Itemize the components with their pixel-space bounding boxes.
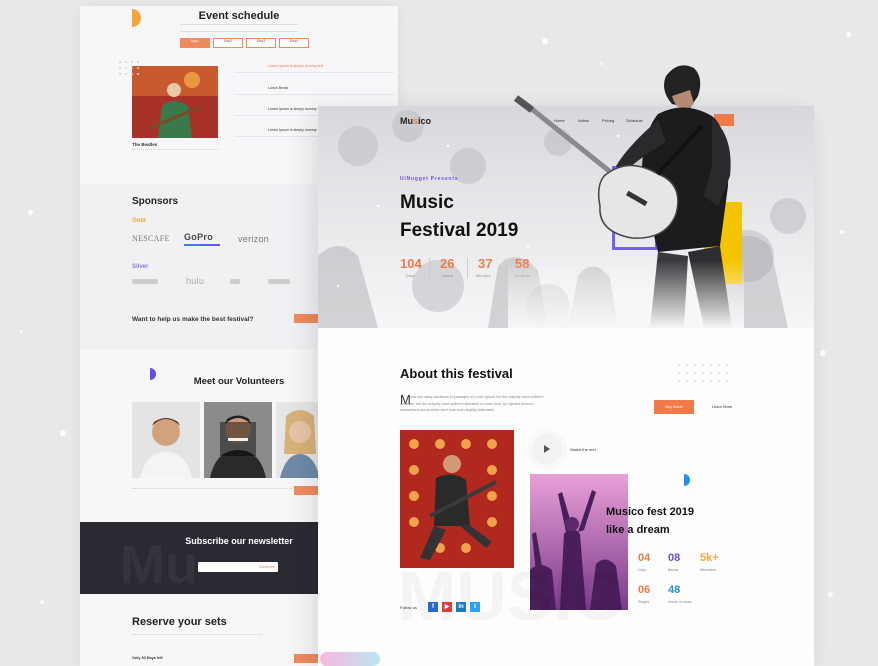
stat-hours-label: Hours of music	[668, 600, 692, 604]
newsletter-subscribe-button[interactable]: Subscribe	[256, 562, 278, 572]
volunteer-card-1[interactable]	[132, 402, 200, 478]
schedule-row: Lorem Ipsum is simply dummy text	[234, 64, 323, 68]
stat-stages-value: 06	[638, 584, 651, 596]
play-video-button[interactable]	[532, 434, 562, 464]
guitarist-hero-image	[508, 56, 744, 328]
sponsor-logo-placeholder	[268, 279, 290, 284]
logo[interactable]: Musico	[400, 116, 431, 126]
reserve-text	[132, 634, 262, 643]
bg-dot	[846, 32, 851, 37]
schedule-row: Lorem Ipsum is simply dummy	[234, 107, 317, 111]
volunteer-card-3[interactable]	[276, 402, 320, 478]
sponsor-logo-placeholder	[132, 279, 158, 284]
volunteer-cta-button[interactable]	[294, 486, 320, 495]
youtube-icon[interactable]: ▶	[442, 602, 452, 612]
band-description	[132, 149, 218, 157]
countdown-divider	[505, 258, 506, 278]
sponsor-cta-button[interactable]	[294, 314, 320, 323]
play-icon	[544, 445, 550, 453]
tab-day3[interactable]: Day3	[246, 38, 276, 48]
schedule-row-title: Lorem Ipsum is simply dummy	[268, 128, 317, 132]
dot-grid-decor	[119, 61, 139, 75]
facebook-icon[interactable]: f	[428, 602, 438, 612]
paint-splash-decor	[320, 652, 380, 666]
tab-day2[interactable]: Day2	[213, 38, 243, 48]
twitter-icon[interactable]: t	[470, 602, 480, 612]
stat-attendees-value: 5k+	[700, 552, 719, 564]
tab-day1[interactable]: Day1	[180, 38, 210, 48]
dot-grid-decor	[678, 364, 728, 382]
sponsors-cta-text: Want to help us make the best festival?	[132, 316, 254, 323]
follow-label: Follow us	[400, 605, 417, 610]
sponsor-logo-verizon: verizon	[238, 234, 270, 244]
reserve-title: Reserve your sets	[132, 616, 227, 628]
reserve-subtitle: Only 30 Days left	[132, 656, 163, 660]
bg-dot	[542, 38, 548, 44]
stat-days-label: Days	[638, 568, 647, 572]
sponsor-logo-nescafe: NESCAFE	[132, 234, 170, 243]
band-caption: The Beatles	[132, 142, 158, 147]
bg-dot	[28, 210, 33, 215]
countdown-divider	[429, 258, 430, 278]
buy-ticket-button[interactable]: Buy ticket	[654, 400, 694, 414]
schedule-line	[234, 72, 394, 73]
schedule-row-title: Lorem Ipsum is simply dummy text	[268, 64, 324, 68]
countdown-hours-value: 26	[440, 256, 455, 271]
schedule-title: Event schedule	[198, 10, 280, 22]
hero-title-line1: Music	[400, 192, 454, 213]
volunteers-text	[132, 488, 292, 497]
volunteer-card-2[interactable]	[204, 402, 272, 478]
schedule-row-title: Lorem Ipsum is simply dummy	[268, 107, 317, 111]
hero-title-line2: Festival 2019	[400, 220, 519, 241]
tab-day4[interactable]: Day4	[279, 38, 309, 48]
sponsor-logo-gopro: GoPro	[184, 232, 214, 242]
video-label: Watch the reel	[570, 447, 596, 452]
blue-halfcircle-decor	[684, 474, 690, 486]
gopro-underline	[184, 244, 220, 246]
band-photo	[132, 66, 218, 138]
countdown-minutes-value: 37	[478, 256, 493, 271]
stat-stages-label: Stages	[638, 600, 650, 604]
countdown-days-value: 104	[400, 256, 422, 271]
bg-dot	[820, 350, 826, 356]
stat-days-value: 04	[638, 552, 651, 564]
learn-more-button[interactable]: Learn More	[702, 400, 742, 414]
reserve-cta-button[interactable]	[294, 654, 320, 663]
linkedin-icon[interactable]: in	[456, 602, 466, 612]
bg-dot	[828, 592, 833, 597]
bg-dot	[840, 230, 844, 234]
stat-bands-value: 08	[668, 552, 681, 564]
about-body-line: randomised words which don't look even s…	[400, 408, 495, 412]
sponsor-logo-hulu: hulu	[186, 276, 205, 286]
stat-attendees-label: Attendees	[700, 568, 717, 572]
bg-dot	[20, 330, 23, 333]
countdown-hours-label: Hours	[442, 274, 454, 278]
countdown-days-label: Days	[406, 274, 416, 278]
stat-bands-label: Bands	[668, 568, 679, 572]
about-body-line: usic are many variations of passages of …	[410, 395, 544, 399]
sponsor-logo-placeholder	[230, 279, 240, 284]
fest-title-line2: like a dream	[606, 524, 670, 536]
schedule-row-title: Lunch Break	[268, 86, 289, 90]
stat-hours-value: 48	[668, 584, 681, 596]
silver-label: Silver	[132, 264, 149, 270]
schedule-row: Lorem Ipsum is simply dummy	[234, 128, 317, 132]
schedule-subtitle-text	[180, 24, 298, 32]
about-title: About this festival	[400, 366, 513, 381]
sponsors-title: Sponsors	[132, 196, 179, 207]
schedule-row: Lunch Break	[234, 86, 288, 90]
countdown-minutes-label: Minutes	[476, 274, 491, 278]
about-body-line: available, but the majority have suffere…	[400, 402, 534, 406]
gold-label: Gold	[132, 218, 146, 224]
schedule-line	[234, 94, 394, 95]
presents-label: UiNugget Presents	[400, 176, 459, 182]
fest-watermark: MUSIC	[398, 556, 624, 636]
performer-photo	[400, 430, 514, 568]
countdown-divider	[467, 258, 468, 278]
fest-title-line1: Musico fest 2019	[606, 506, 695, 518]
bg-dot	[60, 430, 66, 436]
bg-dot	[40, 600, 44, 604]
